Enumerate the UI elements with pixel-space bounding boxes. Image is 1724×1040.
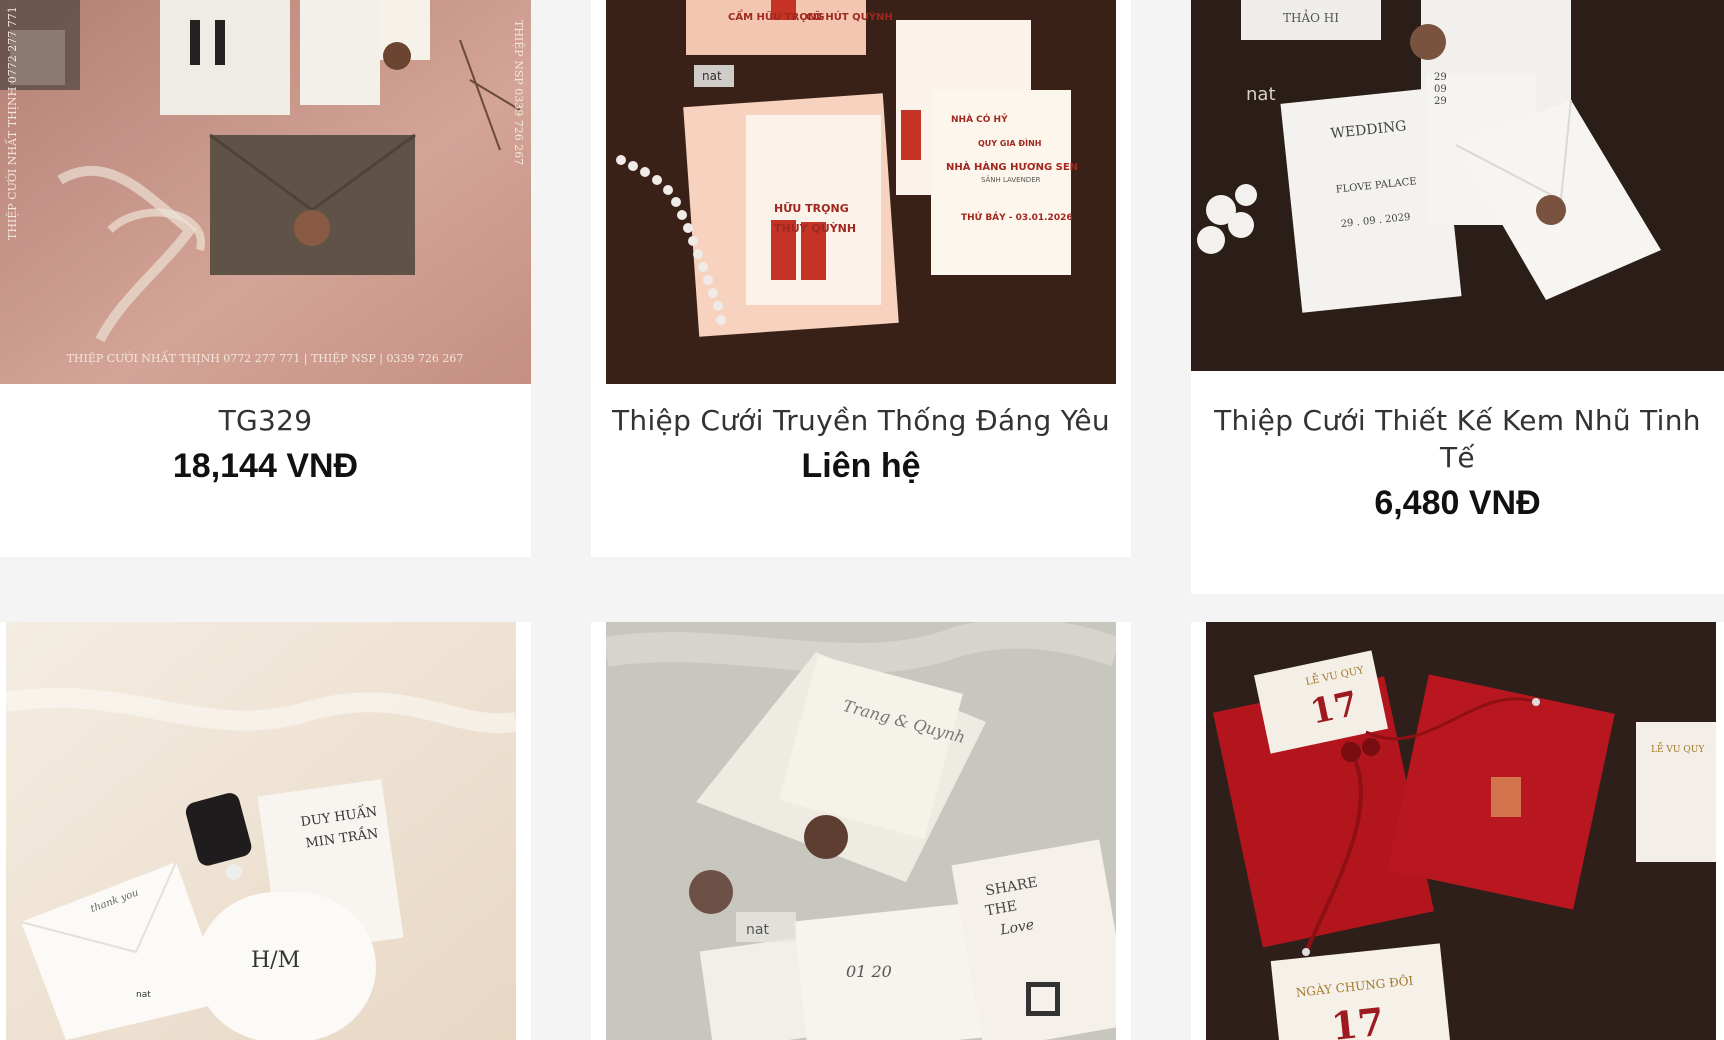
svg-text:nat: nat xyxy=(702,69,722,83)
product-photo-4: DUY HUẤN MIN TRẦN H/M thank you nat xyxy=(6,622,516,1040)
product-image[interactable]: nat THẢO HI 29 09 29 WEDDING FLOVE PALAC… xyxy=(1191,0,1724,371)
svg-text:nat: nat xyxy=(136,990,151,1000)
svg-text:29: 29 xyxy=(1434,96,1447,107)
product-image[interactable]: nat Trang & Quynh 01 20 SHARE THE Love xyxy=(606,622,1116,1040)
side-right-text: THIỆP NSP 0339 726 267 xyxy=(512,20,526,165)
product-image[interactable]: THIỆP CƯỚI NHẤT THỊNH 0772 277 771 THIỆP… xyxy=(0,0,531,384)
product-title[interactable]: TG329 xyxy=(0,402,531,439)
product-photo-truyen-thong: nat CẨM HỮU TRỌNG CÔ HÚT QUỲNH HỮU TRỌNG… xyxy=(606,0,1116,384)
product-photo-tg329: THIỆP CƯỚI NHẤT THỊNH 0772 277 771 THIỆP… xyxy=(0,0,531,384)
product-title[interactable]: Thiệp Cưới Thiết Kế Kem Nhũ Tinh Tế xyxy=(1191,402,1724,476)
svg-text:09: 09 xyxy=(1434,84,1447,95)
svg-text:NHÀ HÀNG HƯƠNG SEN: NHÀ HÀNG HƯƠNG SEN xyxy=(946,160,1078,173)
product-image[interactable]: nat CẨM HỮU TRỌNG CÔ HÚT QUỲNH HỮU TRỌNG… xyxy=(606,0,1116,384)
product-card-6[interactable]: LỄ VU QUY 17 NGÀY CHUNG ĐÔI 17 LỄ VU QUY xyxy=(1191,622,1724,1040)
product-info: Thiệp Cưới Truyền Thống Đáng Yêu Liên hệ xyxy=(591,402,1131,486)
side-left-text: THIỆP CƯỚI NHẤT THỊNH 0772 277 771 xyxy=(4,6,19,240)
svg-text:SẢNH LAVENDER: SẢNH LAVENDER xyxy=(981,175,1041,184)
product-card-kem-nhu[interactable]: nat THẢO HI 29 09 29 WEDDING FLOVE PALAC… xyxy=(1191,0,1724,594)
svg-text:nat: nat xyxy=(1246,84,1276,105)
product-photo-kem-nhu: nat THẢO HI 29 09 29 WEDDING FLOVE PALAC… xyxy=(1191,0,1724,371)
svg-text:QUY GIA ĐÌNH: QUY GIA ĐÌNH xyxy=(978,137,1041,148)
product-price: 18,144 VNĐ xyxy=(172,447,359,485)
svg-text:01 20: 01 20 xyxy=(846,962,892,981)
product-info: TG329 18,144 VNĐ xyxy=(0,402,531,486)
svg-text:THẢO HI: THẢO HI xyxy=(1283,8,1339,25)
svg-text:THÙY QUỲNH: THÙY QUỲNH xyxy=(774,222,856,235)
product-card-truyen-thong[interactable]: nat CẨM HỮU TRỌNG CÔ HÚT QUỲNH HỮU TRỌNG… xyxy=(591,0,1131,557)
product-info: Thiệp Cưới Thiết Kế Kem Nhũ Tinh Tế 6,48… xyxy=(1191,402,1724,523)
product-image[interactable]: DUY HUẤN MIN TRẦN H/M thank you nat xyxy=(6,622,516,1040)
product-card-4[interactable]: DUY HUẤN MIN TRẦN H/M thank you nat xyxy=(0,622,531,1040)
svg-text:17: 17 xyxy=(1329,999,1386,1040)
image-footer-text: THIỆP CƯỚI NHẤT THỊNH 0772 277 771 | THI… xyxy=(67,350,464,366)
product-title[interactable]: Thiệp Cưới Truyền Thống Đáng Yêu xyxy=(591,402,1131,439)
product-card-5[interactable]: nat Trang & Quynh 01 20 SHARE THE Love xyxy=(591,622,1131,1040)
svg-text:29: 29 xyxy=(1434,72,1447,83)
product-image[interactable]: LỄ VU QUY 17 NGÀY CHUNG ĐÔI 17 LỄ VU QUY xyxy=(1206,622,1716,1040)
product-price: 6,480 VNĐ xyxy=(1374,484,1541,522)
svg-text:HỮU TRỌNG: HỮU TRỌNG xyxy=(774,202,849,215)
svg-text:H/M: H/M xyxy=(251,948,300,973)
product-price: Liên hệ xyxy=(801,447,921,485)
svg-text:THỨ BẢY - 03.01.2026: THỨ BẢY - 03.01.2026 xyxy=(961,211,1073,223)
svg-text:nat: nat xyxy=(746,922,769,938)
product-photo-6: LỄ VU QUY 17 NGÀY CHUNG ĐÔI 17 LỄ VU QUY xyxy=(1206,622,1716,1040)
svg-text:NHÀ CÓ HỶ: NHÀ CÓ HỶ xyxy=(951,113,1008,125)
product-card-tg329[interactable]: THIỆP CƯỚI NHẤT THỊNH 0772 277 771 THIỆP… xyxy=(0,0,531,557)
product-photo-5: nat Trang & Quynh 01 20 SHARE THE Love xyxy=(606,622,1116,1040)
top-right-text: CÔ HÚT QUỲNH xyxy=(806,10,893,23)
product-grid: THIỆP CƯỚI NHẤT THỊNH 0772 277 771 THIỆP… xyxy=(0,0,1724,1040)
